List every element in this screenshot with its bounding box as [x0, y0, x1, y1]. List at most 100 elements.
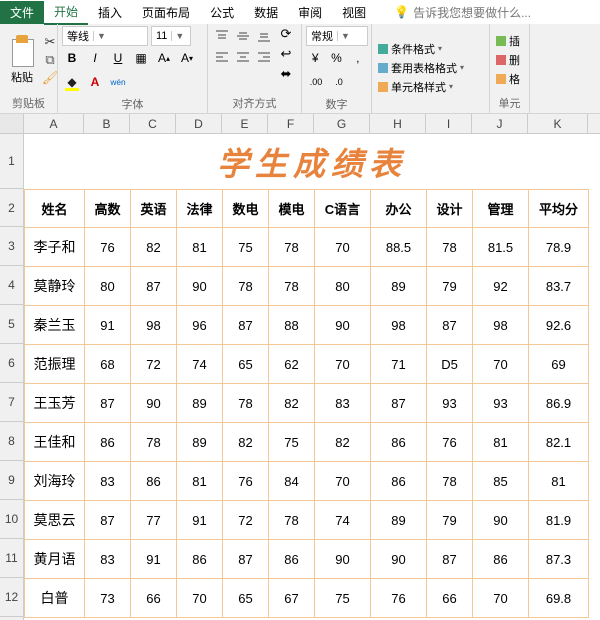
italic-button[interactable]: I — [85, 48, 105, 68]
score-cell[interactable]: 75 — [315, 579, 371, 618]
menu-review[interactable]: 审阅 — [288, 1, 332, 24]
student-name-cell[interactable]: 李子和 — [25, 228, 85, 267]
score-cell[interactable]: 70 — [473, 345, 529, 384]
score-cell[interactable]: 85 — [473, 462, 529, 501]
format-painter-icon[interactable]: 🖌 — [42, 70, 58, 86]
score-cell[interactable]: 80 — [85, 267, 131, 306]
score-cell[interactable]: 86 — [85, 423, 131, 462]
score-cell[interactable]: 79 — [427, 501, 473, 540]
student-name-cell[interactable]: 王佳和 — [25, 423, 85, 462]
score-cell[interactable]: 83 — [85, 462, 131, 501]
score-cell[interactable]: 81 — [177, 462, 223, 501]
score-cell[interactable]: 82 — [315, 423, 371, 462]
column-header[interactable]: A — [24, 114, 84, 133]
column-header[interactable]: D — [176, 114, 222, 133]
score-cell[interactable]: 76 — [223, 462, 269, 501]
average-cell[interactable]: 87.3 — [529, 540, 589, 579]
percent-button[interactable]: % — [327, 48, 345, 68]
menu-view[interactable]: 视图 — [332, 1, 376, 24]
row-header[interactable]: 1 — [0, 134, 23, 189]
student-name-cell[interactable]: 王玉芳 — [25, 384, 85, 423]
score-cell[interactable]: D5 — [427, 345, 473, 384]
decrease-decimal-button[interactable]: .0 — [329, 72, 349, 92]
row-header[interactable]: 4 — [0, 266, 23, 305]
score-cell[interactable]: 86 — [177, 540, 223, 579]
score-cell[interactable]: 93 — [427, 384, 473, 423]
format-cells-button[interactable]: 格 — [494, 70, 525, 88]
average-cell[interactable]: 86.9 — [529, 384, 589, 423]
fill-color-button[interactable]: ◆ — [62, 72, 82, 92]
row-header[interactable]: 12 — [0, 578, 23, 617]
score-cell[interactable]: 72 — [223, 501, 269, 540]
score-cell[interactable]: 75 — [223, 228, 269, 267]
score-cell[interactable]: 81.5 — [473, 228, 529, 267]
score-cell[interactable]: 98 — [131, 306, 177, 345]
score-cell[interactable]: 78 — [269, 267, 315, 306]
phonetic-button[interactable]: wén — [108, 72, 128, 92]
cell-area[interactable]: 学生成绩表 姓名高数英语法律数电模电C语言办公设计管理平均分李子和7682817… — [24, 134, 600, 620]
row-header[interactable]: 3 — [0, 227, 23, 266]
score-cell[interactable]: 81 — [177, 228, 223, 267]
student-name-cell[interactable]: 莫思云 — [25, 501, 85, 540]
menu-insert[interactable]: 插入 — [88, 1, 132, 24]
menu-file[interactable]: 文件 — [0, 1, 44, 24]
average-cell[interactable]: 92.6 — [529, 306, 589, 345]
cell-style-button[interactable]: 单元格样式▾ — [376, 78, 485, 96]
font-size-combo[interactable]: 11▼ — [151, 26, 191, 46]
merge-button[interactable]: ⬌ — [278, 66, 294, 82]
score-cell[interactable]: 90 — [131, 384, 177, 423]
score-cell[interactable]: 78 — [269, 228, 315, 267]
font-name-combo[interactable]: 等线▼ — [62, 26, 148, 46]
score-cell[interactable]: 74 — [177, 345, 223, 384]
align-top-button[interactable] — [212, 26, 232, 46]
score-cell[interactable]: 62 — [269, 345, 315, 384]
row-header[interactable]: 9 — [0, 461, 23, 500]
font-decrease-button[interactable]: A▾ — [177, 48, 197, 68]
score-cell[interactable]: 87 — [223, 540, 269, 579]
student-name-cell[interactable]: 黄月语 — [25, 540, 85, 579]
align-right-button[interactable] — [254, 47, 274, 67]
score-cell[interactable]: 88 — [269, 306, 315, 345]
score-cell[interactable]: 90 — [315, 540, 371, 579]
score-cell[interactable]: 87 — [85, 501, 131, 540]
score-cell[interactable]: 70 — [315, 462, 371, 501]
column-header[interactable]: E — [222, 114, 268, 133]
score-cell[interactable]: 70 — [315, 228, 371, 267]
row-header[interactable]: 5 — [0, 305, 23, 344]
score-cell[interactable]: 76 — [371, 579, 427, 618]
score-cell[interactable]: 76 — [85, 228, 131, 267]
score-cell[interactable]: 89 — [177, 384, 223, 423]
score-cell[interactable]: 65 — [223, 345, 269, 384]
column-header[interactable]: J — [472, 114, 528, 133]
score-cell[interactable]: 87 — [131, 267, 177, 306]
column-header[interactable]: G — [314, 114, 370, 133]
score-cell[interactable]: 82 — [131, 228, 177, 267]
student-name-cell[interactable]: 白普 — [25, 579, 85, 618]
score-cell[interactable]: 90 — [473, 501, 529, 540]
score-cell[interactable]: 87 — [371, 384, 427, 423]
comma-button[interactable]: , — [349, 48, 367, 68]
column-header[interactable]: F — [268, 114, 314, 133]
font-increase-button[interactable]: A▴ — [154, 48, 174, 68]
score-cell[interactable]: 78 — [131, 423, 177, 462]
score-cell[interactable]: 66 — [131, 579, 177, 618]
column-header[interactable]: K — [528, 114, 588, 133]
menu-home[interactable]: 开始 — [44, 0, 88, 25]
score-cell[interactable]: 77 — [131, 501, 177, 540]
score-cell[interactable]: 76 — [427, 423, 473, 462]
score-cell[interactable]: 98 — [473, 306, 529, 345]
menu-page-layout[interactable]: 页面布局 — [132, 1, 200, 24]
score-cell[interactable]: 81 — [473, 423, 529, 462]
score-cell[interactable]: 78 — [223, 267, 269, 306]
score-cell[interactable]: 93 — [473, 384, 529, 423]
score-cell[interactable]: 83 — [85, 540, 131, 579]
column-header[interactable]: C — [130, 114, 176, 133]
score-cell[interactable]: 91 — [85, 306, 131, 345]
score-cell[interactable]: 72 — [131, 345, 177, 384]
student-name-cell[interactable]: 刘海玲 — [25, 462, 85, 501]
delete-cells-button[interactable]: 删 — [494, 51, 525, 69]
score-cell[interactable]: 71 — [371, 345, 427, 384]
score-cell[interactable]: 65 — [223, 579, 269, 618]
score-cell[interactable]: 78 — [427, 462, 473, 501]
bold-button[interactable]: B — [62, 48, 82, 68]
